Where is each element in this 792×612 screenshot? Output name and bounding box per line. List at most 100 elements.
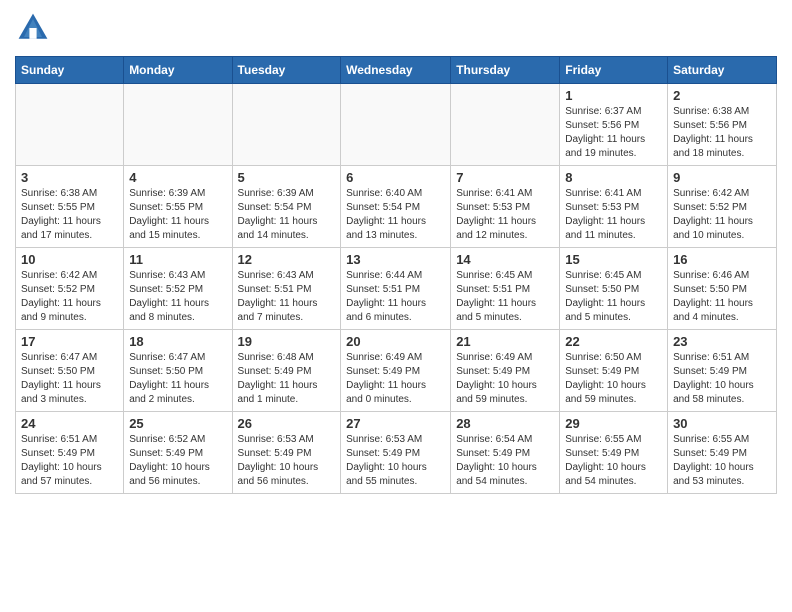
day-number: 25: [129, 416, 226, 431]
calendar-cell: 16 Sunrise: 6:46 AM Sunset: 5:50 PM Dayli…: [668, 248, 777, 330]
day-number: 23: [673, 334, 771, 349]
calendar-cell: 5 Sunrise: 6:39 AM Sunset: 5:54 PM Daylig…: [232, 166, 341, 248]
calendar-cell: 24 Sunrise: 6:51 AM Sunset: 5:49 PM Dayli…: [16, 412, 124, 494]
day-number: 30: [673, 416, 771, 431]
day-detail: Sunrise: 6:47 AM Sunset: 5:50 PM Dayligh…: [129, 351, 226, 407]
day-number: 24: [21, 416, 118, 431]
day-number: 15: [565, 252, 662, 267]
calendar-cell: [124, 84, 232, 166]
day-detail: Sunrise: 6:41 AM Sunset: 5:53 PM Dayligh…: [565, 187, 662, 243]
day-number: 13: [346, 252, 445, 267]
calendar-cell: 11 Sunrise: 6:43 AM Sunset: 5:52 PM Dayli…: [124, 248, 232, 330]
calendar-cell: 12 Sunrise: 6:43 AM Sunset: 5:51 PM Dayli…: [232, 248, 341, 330]
day-number: 4: [129, 170, 226, 185]
calendar-header-wednesday: Wednesday: [341, 57, 451, 84]
day-detail: Sunrise: 6:49 AM Sunset: 5:49 PM Dayligh…: [346, 351, 445, 407]
day-number: 21: [456, 334, 554, 349]
calendar-header-sunday: Sunday: [16, 57, 124, 84]
day-number: 2: [673, 88, 771, 103]
calendar-cell: 17 Sunrise: 6:47 AM Sunset: 5:50 PM Dayli…: [16, 330, 124, 412]
day-detail: Sunrise: 6:48 AM Sunset: 5:49 PM Dayligh…: [238, 351, 336, 407]
calendar-cell: [16, 84, 124, 166]
day-detail: Sunrise: 6:40 AM Sunset: 5:54 PM Dayligh…: [346, 187, 445, 243]
logo-icon: [15, 10, 51, 46]
day-detail: Sunrise: 6:53 AM Sunset: 5:49 PM Dayligh…: [238, 433, 336, 489]
day-number: 18: [129, 334, 226, 349]
calendar-week-row: 24 Sunrise: 6:51 AM Sunset: 5:49 PM Dayli…: [16, 412, 777, 494]
day-detail: Sunrise: 6:51 AM Sunset: 5:49 PM Dayligh…: [21, 433, 118, 489]
calendar-cell: 18 Sunrise: 6:47 AM Sunset: 5:50 PM Dayli…: [124, 330, 232, 412]
day-number: 16: [673, 252, 771, 267]
calendar-cell: [341, 84, 451, 166]
day-number: 27: [346, 416, 445, 431]
day-detail: Sunrise: 6:37 AM Sunset: 5:56 PM Dayligh…: [565, 105, 662, 161]
calendar-cell: 8 Sunrise: 6:41 AM Sunset: 5:53 PM Daylig…: [560, 166, 668, 248]
calendar-header-monday: Monday: [124, 57, 232, 84]
calendar-header-saturday: Saturday: [668, 57, 777, 84]
calendar-cell: [451, 84, 560, 166]
calendar-cell: 30 Sunrise: 6:55 AM Sunset: 5:49 PM Dayli…: [668, 412, 777, 494]
day-number: 1: [565, 88, 662, 103]
day-number: 6: [346, 170, 445, 185]
calendar-cell: 23Sunrise: 6:51 AM Sunset: 5:49 PM Dayli…: [668, 330, 777, 412]
calendar-cell: 15 Sunrise: 6:45 AM Sunset: 5:50 PM Dayli…: [560, 248, 668, 330]
calendar-cell: 27 Sunrise: 6:53 AM Sunset: 5:49 PM Dayli…: [341, 412, 451, 494]
header: [15, 10, 777, 46]
calendar-cell: 13 Sunrise: 6:44 AM Sunset: 5:51 PM Dayli…: [341, 248, 451, 330]
page: SundayMondayTuesdayWednesdayThursdayFrid…: [0, 0, 792, 504]
day-number: 12: [238, 252, 336, 267]
day-detail: Sunrise: 6:41 AM Sunset: 5:53 PM Dayligh…: [456, 187, 554, 243]
day-number: 10: [21, 252, 118, 267]
calendar-week-row: 10Sunrise: 6:42 AM Sunset: 5:52 PM Dayli…: [16, 248, 777, 330]
day-detail: Sunrise: 6:43 AM Sunset: 5:52 PM Dayligh…: [129, 269, 226, 325]
day-detail: Sunrise: 6:38 AM Sunset: 5:55 PM Dayligh…: [21, 187, 118, 243]
day-number: 28: [456, 416, 554, 431]
calendar-cell: 25 Sunrise: 6:52 AM Sunset: 5:49 PM Dayli…: [124, 412, 232, 494]
calendar-week-row: 1 Sunrise: 6:37 AM Sunset: 5:56 PM Daylig…: [16, 84, 777, 166]
calendar-week-row: 3 Sunrise: 6:38 AM Sunset: 5:55 PM Daylig…: [16, 166, 777, 248]
calendar-cell: 29 Sunrise: 6:55 AM Sunset: 5:49 PM Dayli…: [560, 412, 668, 494]
logo: [15, 10, 55, 46]
day-number: 11: [129, 252, 226, 267]
day-number: 3: [21, 170, 118, 185]
day-detail: Sunrise: 6:50 AM Sunset: 5:49 PM Dayligh…: [565, 351, 662, 407]
calendar-cell: 4Sunrise: 6:39 AM Sunset: 5:55 PM Daylig…: [124, 166, 232, 248]
day-number: 5: [238, 170, 336, 185]
day-detail: Sunrise: 6:42 AM Sunset: 5:52 PM Dayligh…: [673, 187, 771, 243]
day-number: 22: [565, 334, 662, 349]
day-detail: Sunrise: 6:39 AM Sunset: 5:54 PM Dayligh…: [238, 187, 336, 243]
calendar-cell: 26 Sunrise: 6:53 AM Sunset: 5:49 PM Dayli…: [232, 412, 341, 494]
day-detail: Sunrise: 6:45 AM Sunset: 5:50 PM Dayligh…: [565, 269, 662, 325]
calendar-header-tuesday: Tuesday: [232, 57, 341, 84]
calendar-cell: 14Sunrise: 6:45 AM Sunset: 5:51 PM Dayli…: [451, 248, 560, 330]
day-detail: Sunrise: 6:55 AM Sunset: 5:49 PM Dayligh…: [565, 433, 662, 489]
day-detail: Sunrise: 6:47 AM Sunset: 5:50 PM Dayligh…: [21, 351, 118, 407]
calendar-cell: 3 Sunrise: 6:38 AM Sunset: 5:55 PM Daylig…: [16, 166, 124, 248]
calendar-cell: 10Sunrise: 6:42 AM Sunset: 5:52 PM Dayli…: [16, 248, 124, 330]
day-detail: Sunrise: 6:52 AM Sunset: 5:49 PM Dayligh…: [129, 433, 226, 489]
day-detail: Sunrise: 6:55 AM Sunset: 5:49 PM Dayligh…: [673, 433, 771, 489]
day-number: 8: [565, 170, 662, 185]
day-number: 17: [21, 334, 118, 349]
day-detail: Sunrise: 6:54 AM Sunset: 5:49 PM Dayligh…: [456, 433, 554, 489]
day-number: 29: [565, 416, 662, 431]
calendar-cell: 7 Sunrise: 6:41 AM Sunset: 5:53 PM Daylig…: [451, 166, 560, 248]
day-detail: Sunrise: 6:44 AM Sunset: 5:51 PM Dayligh…: [346, 269, 445, 325]
calendar-cell: 28 Sunrise: 6:54 AM Sunset: 5:49 PM Dayli…: [451, 412, 560, 494]
day-detail: Sunrise: 6:46 AM Sunset: 5:50 PM Dayligh…: [673, 269, 771, 325]
calendar-cell: [232, 84, 341, 166]
day-number: 9: [673, 170, 771, 185]
day-number: 19: [238, 334, 336, 349]
day-number: 7: [456, 170, 554, 185]
calendar: SundayMondayTuesdayWednesdayThursdayFrid…: [15, 56, 777, 494]
calendar-week-row: 17 Sunrise: 6:47 AM Sunset: 5:50 PM Dayli…: [16, 330, 777, 412]
calendar-header-friday: Friday: [560, 57, 668, 84]
calendar-cell: 2Sunrise: 6:38 AM Sunset: 5:56 PM Daylig…: [668, 84, 777, 166]
calendar-cell: 9 Sunrise: 6:42 AM Sunset: 5:52 PM Daylig…: [668, 166, 777, 248]
day-detail: Sunrise: 6:43 AM Sunset: 5:51 PM Dayligh…: [238, 269, 336, 325]
calendar-cell: 21Sunrise: 6:49 AM Sunset: 5:49 PM Dayli…: [451, 330, 560, 412]
day-number: 26: [238, 416, 336, 431]
calendar-cell: 19 Sunrise: 6:48 AM Sunset: 5:49 PM Dayli…: [232, 330, 341, 412]
day-detail: Sunrise: 6:53 AM Sunset: 5:49 PM Dayligh…: [346, 433, 445, 489]
calendar-cell: 6 Sunrise: 6:40 AM Sunset: 5:54 PM Daylig…: [341, 166, 451, 248]
